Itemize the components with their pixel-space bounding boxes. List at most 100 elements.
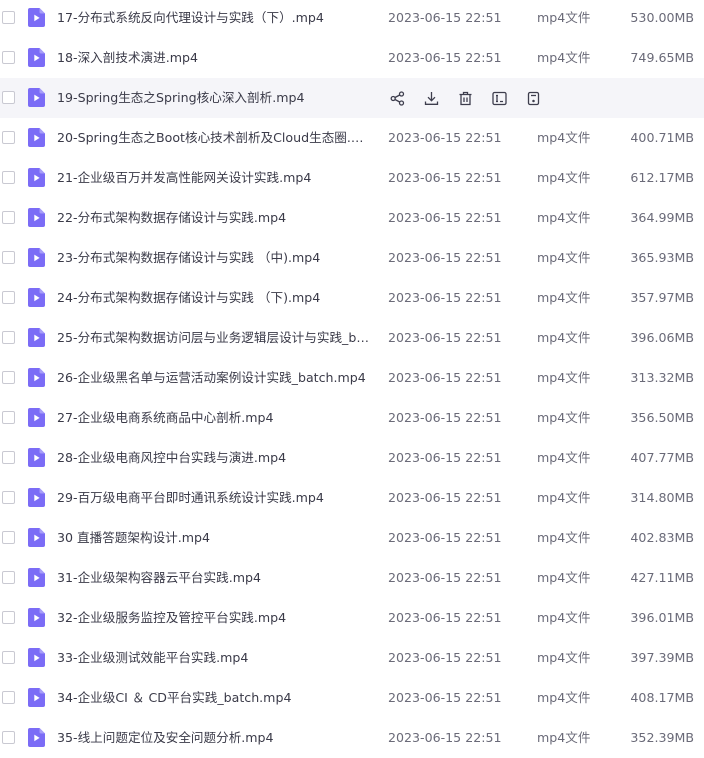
file-type: mp4文件 xyxy=(537,730,591,745)
file-type: mp4文件 xyxy=(537,610,591,625)
file-size: 400.71MB xyxy=(630,130,694,145)
file-row[interactable]: 22-分布式架构数据存储设计与实践.mp4 2023-06-15 22:51 mp4… xyxy=(0,198,704,238)
file-row[interactable]: 27-企业级电商系统商品中心剖析.mp4 2023-06-15 22:51 mp4文… xyxy=(0,398,704,438)
file-row[interactable]: 20-Spring生态之Boot核心技术剖析及Cloud生态圈.mp4 2023-… xyxy=(0,118,704,158)
file-row[interactable]: 26-企业级黑名单与运营活动案例设计实践_batch.mp4 2023-06-15… xyxy=(0,358,704,398)
modified-time: 2023-06-15 22:51 xyxy=(388,210,502,225)
modified-time: 2023-06-15 22:51 xyxy=(388,490,502,505)
modified-time: 2023-06-15 22:51 xyxy=(388,690,502,705)
file-size: 365.93MB xyxy=(630,250,694,265)
modified-time: 2023-06-15 22:51 xyxy=(388,610,502,625)
row-checkbox[interactable] xyxy=(2,411,15,424)
more-icon xyxy=(526,91,541,106)
file-name[interactable]: 28-企业级电商风控中台实践与演进.mp4 xyxy=(57,449,371,467)
share-button[interactable] xyxy=(388,89,406,107)
row-checkbox[interactable] xyxy=(2,371,15,384)
row-checkbox[interactable] xyxy=(2,91,15,104)
video-file-icon xyxy=(28,648,45,667)
file-row[interactable]: 17-分布式系统反向代理设计与实践（下）.mp4 2023-06-15 22:51… xyxy=(0,0,704,38)
modified-time: 2023-06-15 22:51 xyxy=(388,370,502,385)
file-row[interactable]: 28-企业级电商风控中台实践与演进.mp4 2023-06-15 22:51 mp4… xyxy=(0,438,704,478)
video-file-icon xyxy=(28,48,45,67)
file-name[interactable]: 31-企业级架构容器云平台实践.mp4 xyxy=(57,569,371,587)
file-row[interactable]: 19-Spring生态之Spring核心深入剖析.mp4 xyxy=(0,78,704,118)
file-row[interactable]: 30 直播答题架构设计.mp4 2023-06-15 22:51 mp4文件 402.… xyxy=(0,518,704,558)
file-name[interactable]: 29-百万级电商平台即时通讯系统设计实践.mp4 xyxy=(57,489,371,507)
file-size: 407.77MB xyxy=(630,450,694,465)
row-checkbox[interactable] xyxy=(2,131,15,144)
video-file-icon xyxy=(28,368,45,387)
modified-time: 2023-06-15 22:51 xyxy=(388,410,502,425)
more-button[interactable] xyxy=(524,89,542,107)
video-file-icon xyxy=(28,488,45,507)
file-row[interactable]: 32-企业级服务监控及管控平台实践.mp4 2023-06-15 22:51 mp4… xyxy=(0,598,704,638)
file-name[interactable]: 20-Spring生态之Boot核心技术剖析及Cloud生态圈.mp4 xyxy=(57,129,371,147)
file-row[interactable]: 25-分布式架构数据访问层与业务逻辑层设计与实践_batc... 2023-06-… xyxy=(0,318,704,358)
file-row[interactable]: 23-分布式架构数据存储设计与实践 （中).mp4 2023-06-15 22:5… xyxy=(0,238,704,278)
row-checkbox[interactable] xyxy=(2,451,15,464)
file-list: 17-分布式系统反向代理设计与实践（下）.mp4 2023-06-15 22:51… xyxy=(0,0,704,757)
file-row[interactable]: 29-百万级电商平台即时通讯系统设计实践.mp4 2023-06-15 22:51… xyxy=(0,478,704,518)
row-checkbox[interactable] xyxy=(2,611,15,624)
file-row[interactable]: 18-深入剖技术演进.mp4 2023-06-15 22:51 mp4文件 749.6… xyxy=(0,38,704,78)
file-size: 356.50MB xyxy=(630,410,694,425)
file-row[interactable]: 21-企业级百万并发高性能网关设计实践.mp4 2023-06-15 22:51 m… xyxy=(0,158,704,198)
file-name[interactable]: 26-企业级黑名单与运营活动案例设计实践_batch.mp4 xyxy=(57,369,371,387)
row-checkbox[interactable] xyxy=(2,251,15,264)
file-name[interactable]: 21-企业级百万并发高性能网关设计实践.mp4 xyxy=(57,169,371,187)
row-checkbox[interactable] xyxy=(2,291,15,304)
file-name[interactable]: 18-深入剖技术演进.mp4 xyxy=(57,49,371,67)
file-size: 352.39MB xyxy=(630,730,694,745)
file-type: mp4文件 xyxy=(537,250,591,265)
file-row[interactable]: 35-线上问题定位及安全问题分析.mp4 2023-06-15 22:51 mp4文… xyxy=(0,718,704,758)
file-type: mp4文件 xyxy=(537,650,591,665)
row-checkbox[interactable] xyxy=(2,571,15,584)
row-checkbox[interactable] xyxy=(2,651,15,664)
file-name[interactable]: 34-企业级CI ＆ CD平台实践_batch.mp4 xyxy=(57,689,371,707)
video-file-icon xyxy=(28,528,45,547)
file-name[interactable]: 35-线上问题定位及安全问题分析.mp4 xyxy=(57,729,371,747)
row-checkbox[interactable] xyxy=(2,171,15,184)
file-name[interactable]: 25-分布式架构数据访问层与业务逻辑层设计与实践_batc... xyxy=(57,329,371,347)
video-file-icon xyxy=(28,568,45,587)
file-name[interactable]: 30 直播答题架构设计.mp4 xyxy=(57,529,371,547)
file-row[interactable]: 33-企业级测试效能平台实践.mp4 2023-06-15 22:51 mp4文件 3… xyxy=(0,638,704,678)
file-name[interactable]: 32-企业级服务监控及管控平台实践.mp4 xyxy=(57,609,371,627)
row-checkbox[interactable] xyxy=(2,51,15,64)
file-type: mp4文件 xyxy=(537,690,591,705)
file-type: mp4文件 xyxy=(537,130,591,145)
delete-button[interactable] xyxy=(456,89,474,107)
video-file-icon xyxy=(28,208,45,227)
row-checkbox[interactable] xyxy=(2,531,15,544)
file-type: mp4文件 xyxy=(537,290,591,305)
video-file-icon xyxy=(28,8,45,27)
file-name[interactable]: 17-分布式系统反向代理设计与实践（下）.mp4 xyxy=(57,9,371,27)
row-checkbox[interactable] xyxy=(2,11,15,24)
file-size: 402.83MB xyxy=(630,530,694,545)
row-actions xyxy=(388,89,558,107)
file-size: 408.17MB xyxy=(630,690,694,705)
video-file-icon xyxy=(28,608,45,627)
row-checkbox[interactable] xyxy=(2,691,15,704)
file-type: mp4文件 xyxy=(537,370,591,385)
file-name[interactable]: 22-分布式架构数据存储设计与实践.mp4 xyxy=(57,209,371,227)
file-name[interactable]: 27-企业级电商系统商品中心剖析.mp4 xyxy=(57,409,371,427)
row-checkbox[interactable] xyxy=(2,491,15,504)
download-button[interactable] xyxy=(422,89,440,107)
file-row[interactable]: 34-企业级CI ＆ CD平台实践_batch.mp4 2023-06-15 22… xyxy=(0,678,704,718)
file-size: 427.11MB xyxy=(630,570,694,585)
file-name[interactable]: 24-分布式架构数据存储设计与实践 （下).mp4 xyxy=(57,289,371,307)
file-row[interactable]: 31-企业级架构容器云平台实践.mp4 2023-06-15 22:51 mp4文件… xyxy=(0,558,704,598)
row-checkbox[interactable] xyxy=(2,211,15,224)
file-type: mp4文件 xyxy=(537,50,591,65)
modified-time: 2023-06-15 22:51 xyxy=(388,250,502,265)
row-checkbox[interactable] xyxy=(2,731,15,744)
video-file-icon xyxy=(28,728,45,747)
file-name[interactable]: 19-Spring生态之Spring核心深入剖析.mp4 xyxy=(57,89,371,107)
file-name[interactable]: 23-分布式架构数据存储设计与实践 （中).mp4 xyxy=(57,249,371,267)
file-size: 397.39MB xyxy=(630,650,694,665)
rename-button[interactable] xyxy=(490,89,508,107)
row-checkbox[interactable] xyxy=(2,331,15,344)
file-row[interactable]: 24-分布式架构数据存储设计与实践 （下).mp4 2023-06-15 22:5… xyxy=(0,278,704,318)
file-name[interactable]: 33-企业级测试效能平台实践.mp4 xyxy=(57,649,371,667)
